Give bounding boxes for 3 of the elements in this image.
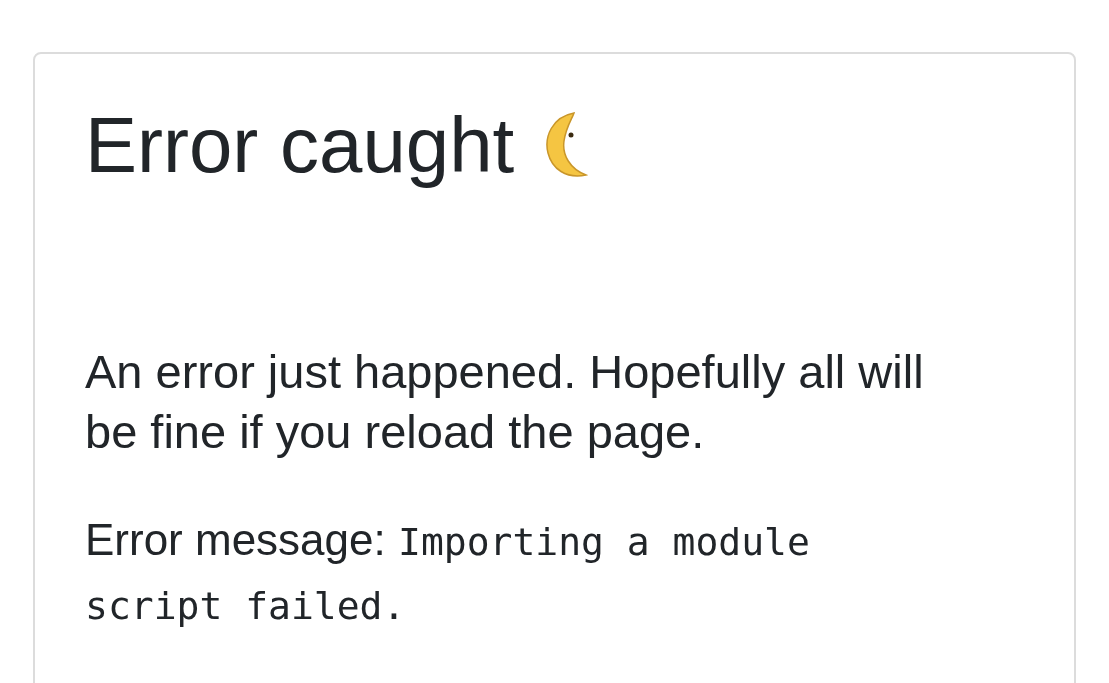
crescent-moon-icon: [544, 111, 589, 179]
error-message: Error message: Importing a module script failed.: [85, 514, 811, 630]
error-description: An error just happened. Hopefully all will be fine if you reload the page.: [85, 344, 925, 460]
